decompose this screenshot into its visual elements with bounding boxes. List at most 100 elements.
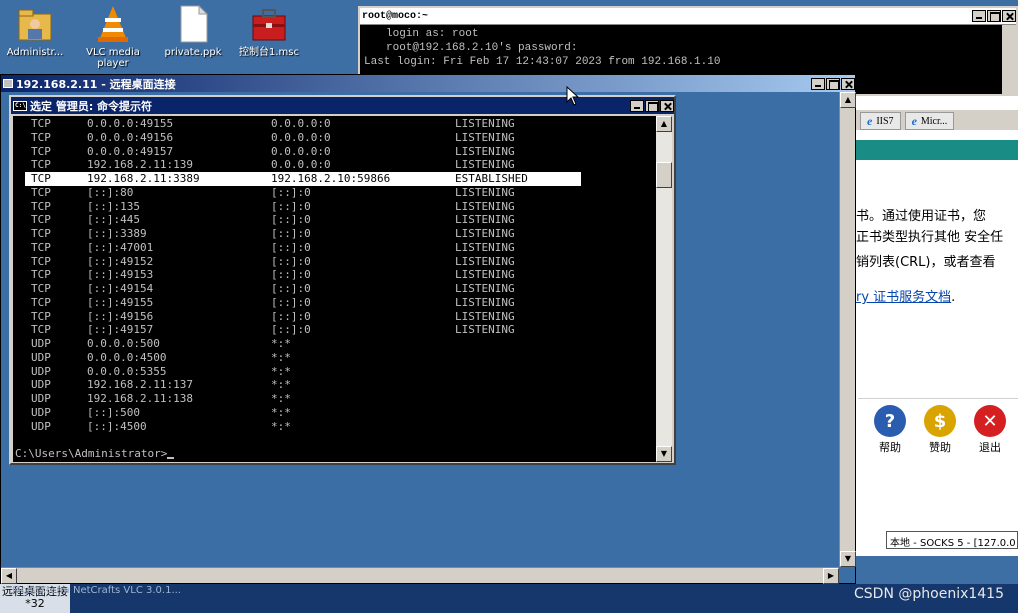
cell-state: LISTENING (455, 240, 515, 254)
taskbar-items-text[interactable]: MobaXterm NetCrafts VLC 3.0.1... (8, 584, 185, 613)
cell-local: 192.168.2.11:3389 (87, 172, 200, 185)
exit-icon: ✕ (974, 405, 1006, 437)
scroll-down-arrow-icon[interactable]: ▼ (656, 446, 672, 462)
close-button[interactable] (841, 78, 855, 90)
scroll-up-arrow-icon[interactable]: ▲ (840, 92, 856, 108)
cell-foreign: 0.0.0.0:0 (271, 158, 331, 172)
cell-foreign: [::]:0 (271, 240, 311, 254)
desktop-icon-vlc[interactable]: VLC media player (76, 4, 150, 69)
cell-local: [::]:135 (87, 199, 140, 213)
help-button[interactable]: ? 帮助 (870, 405, 910, 458)
rdp-title: 192.168.2.11 - 远程桌面连接 (16, 77, 176, 91)
ie-tab[interactable]: e Micr... (904, 112, 955, 130)
table-row: TCP [::]:445 [::]:0 LISTENING (13, 213, 657, 227)
cell-local: [::]:445 (87, 213, 140, 227)
table-row: UDP 192.168.2.11:138 *:* (13, 392, 657, 406)
scroll-right-arrow-icon[interactable]: ▶ (823, 568, 839, 584)
exit-button[interactable]: ✕ 退出 (970, 405, 1010, 458)
cell-state (455, 351, 567, 365)
desktop-icon-label: Administr... (6, 47, 64, 58)
netstat-table: TCP 0.0.0.0:49155 0.0.0.0:0 LISTENING TCP 0.0… (13, 117, 657, 433)
table-row: TCP [::]:49152 [::]:0 LISTENING (13, 255, 657, 269)
putty-scrollbar[interactable] (1002, 25, 1016, 94)
scroll-thumb[interactable] (656, 162, 672, 188)
cell-state (455, 337, 567, 351)
putty-window-controls (971, 10, 1016, 22)
dollar-coin-icon: $ (924, 405, 956, 437)
table-row: UDP 0.0.0.0:5355 *:* (13, 365, 657, 379)
console-output[interactable]: TCP 0.0.0.0:49155 0.0.0.0:0 LISTENING TCP 0.0… (13, 116, 657, 462)
cell-foreign: [::]:0 (271, 227, 311, 240)
putty-terminal[interactable]: login as: root root@192.168.2.10's passw… (360, 25, 1016, 71)
maximize-button[interactable] (826, 78, 840, 90)
table-row: TCP [::]:3389 [::]:0 LISTENING (13, 227, 657, 241)
cell-foreign: [::]:0 (271, 254, 311, 268)
cell-foreign: *:* (271, 392, 291, 405)
cell-proto: TCP (31, 309, 51, 323)
putty-title: root@moco:~ (362, 10, 429, 22)
cell-proto: UDP (31, 378, 51, 392)
desktop-icon-label: 控制台1.msc (239, 47, 299, 58)
cell-proto: UDP (31, 364, 51, 378)
help-label: 帮助 (879, 441, 901, 454)
maximize-button[interactable] (645, 100, 659, 112)
scroll-left-arrow-icon[interactable]: ◀ (1, 568, 17, 584)
cell-local: 0.0.0.0:49157 (87, 144, 174, 158)
table-row: TCP [::]:49154 [::]:0 LISTENING (13, 282, 657, 296)
ie-window[interactable] (850, 96, 1018, 556)
sponsor-button[interactable]: $ 赞助 (920, 405, 960, 458)
cell-state: LISTENING (455, 254, 515, 268)
desktop-icon-console-msc[interactable]: 控制台1.msc (232, 4, 306, 58)
desktop-icon-label: private.ppk (164, 47, 222, 58)
cell-proto: TCP (31, 199, 51, 213)
cell-state: LISTENING (455, 144, 515, 158)
rdp-titlebar[interactable]: 192.168.2.11 - 远程桌面连接 (1, 75, 855, 92)
desktop-icon-private-ppk[interactable]: private.ppk (156, 4, 230, 58)
minimize-button[interactable] (972, 10, 986, 22)
table-row: TCP [::]:49156 [::]:0 LISTENING (13, 310, 657, 324)
cell-local: [::]:49153 (87, 268, 154, 282)
cell-foreign: *:* (271, 419, 291, 433)
cell-foreign: [::]:0 (271, 268, 311, 282)
cell-local: [::]:500 (87, 405, 140, 419)
command-prompt-window[interactable]: C:\ 选定 管理员: 命令提示符 TCP 0.0.0.0:49155 0.0.0.0… (9, 95, 676, 465)
cell-state (455, 365, 567, 379)
minimize-button[interactable] (811, 78, 825, 90)
rdp-vertical-scrollbar[interactable]: ▲ ▼ (839, 92, 856, 567)
cell-local: [::]:47001 (87, 240, 154, 254)
table-row: UDP [::]:4500 *:* (13, 420, 657, 434)
table-row: UDP 0.0.0.0:500 *:* (13, 337, 657, 351)
cell-foreign: *:* (271, 350, 291, 364)
ie-tab-label: Micr... (920, 115, 948, 127)
scroll-down-arrow-icon[interactable]: ▼ (840, 551, 856, 567)
rdp-icon (3, 79, 13, 88)
cmd-icon: C:\ (13, 100, 27, 111)
ie-tab[interactable]: e IIS7 (860, 112, 901, 130)
cell-local: 0.0.0.0:500 (87, 337, 160, 350)
cell-local: 0.0.0.0:49155 (87, 117, 174, 130)
text-cursor (167, 457, 175, 459)
table-row: TCP [::]:80 [::]:0 LISTENING (13, 186, 657, 200)
close-button[interactable] (660, 100, 674, 112)
cell-local: [::]:49157 (87, 323, 154, 337)
desktop-icon-administrator[interactable]: Administr... (0, 4, 72, 58)
cmd-vertical-scrollbar[interactable]: ▲ ▼ (656, 116, 672, 462)
cell-state: LISTENING (455, 213, 515, 227)
cell-state (455, 378, 567, 392)
close-button[interactable] (1002, 10, 1016, 22)
maximize-button[interactable] (987, 10, 1001, 22)
user-folder-icon (16, 4, 54, 44)
cmd-window-controls (629, 99, 674, 112)
scroll-up-arrow-icon[interactable]: ▲ (656, 116, 672, 132)
minimize-button[interactable] (630, 100, 644, 112)
ie-docs-link[interactable]: ry 证书服务文档 (856, 290, 951, 305)
cell-state: LISTENING (455, 309, 515, 323)
cell-proto: TCP (31, 158, 51, 172)
rdp-horizontal-scrollbar[interactable]: ◀ ▶ (1, 567, 839, 584)
putty-titlebar[interactable]: root@moco:~ (360, 8, 1016, 25)
cell-proto: TCP (31, 185, 51, 199)
cell-foreign: [::]:0 (271, 295, 311, 309)
cell-proto: TCP (31, 130, 51, 144)
console-prompt[interactable]: C:\Users\Administrator> (13, 447, 657, 461)
cell-state (455, 420, 567, 434)
